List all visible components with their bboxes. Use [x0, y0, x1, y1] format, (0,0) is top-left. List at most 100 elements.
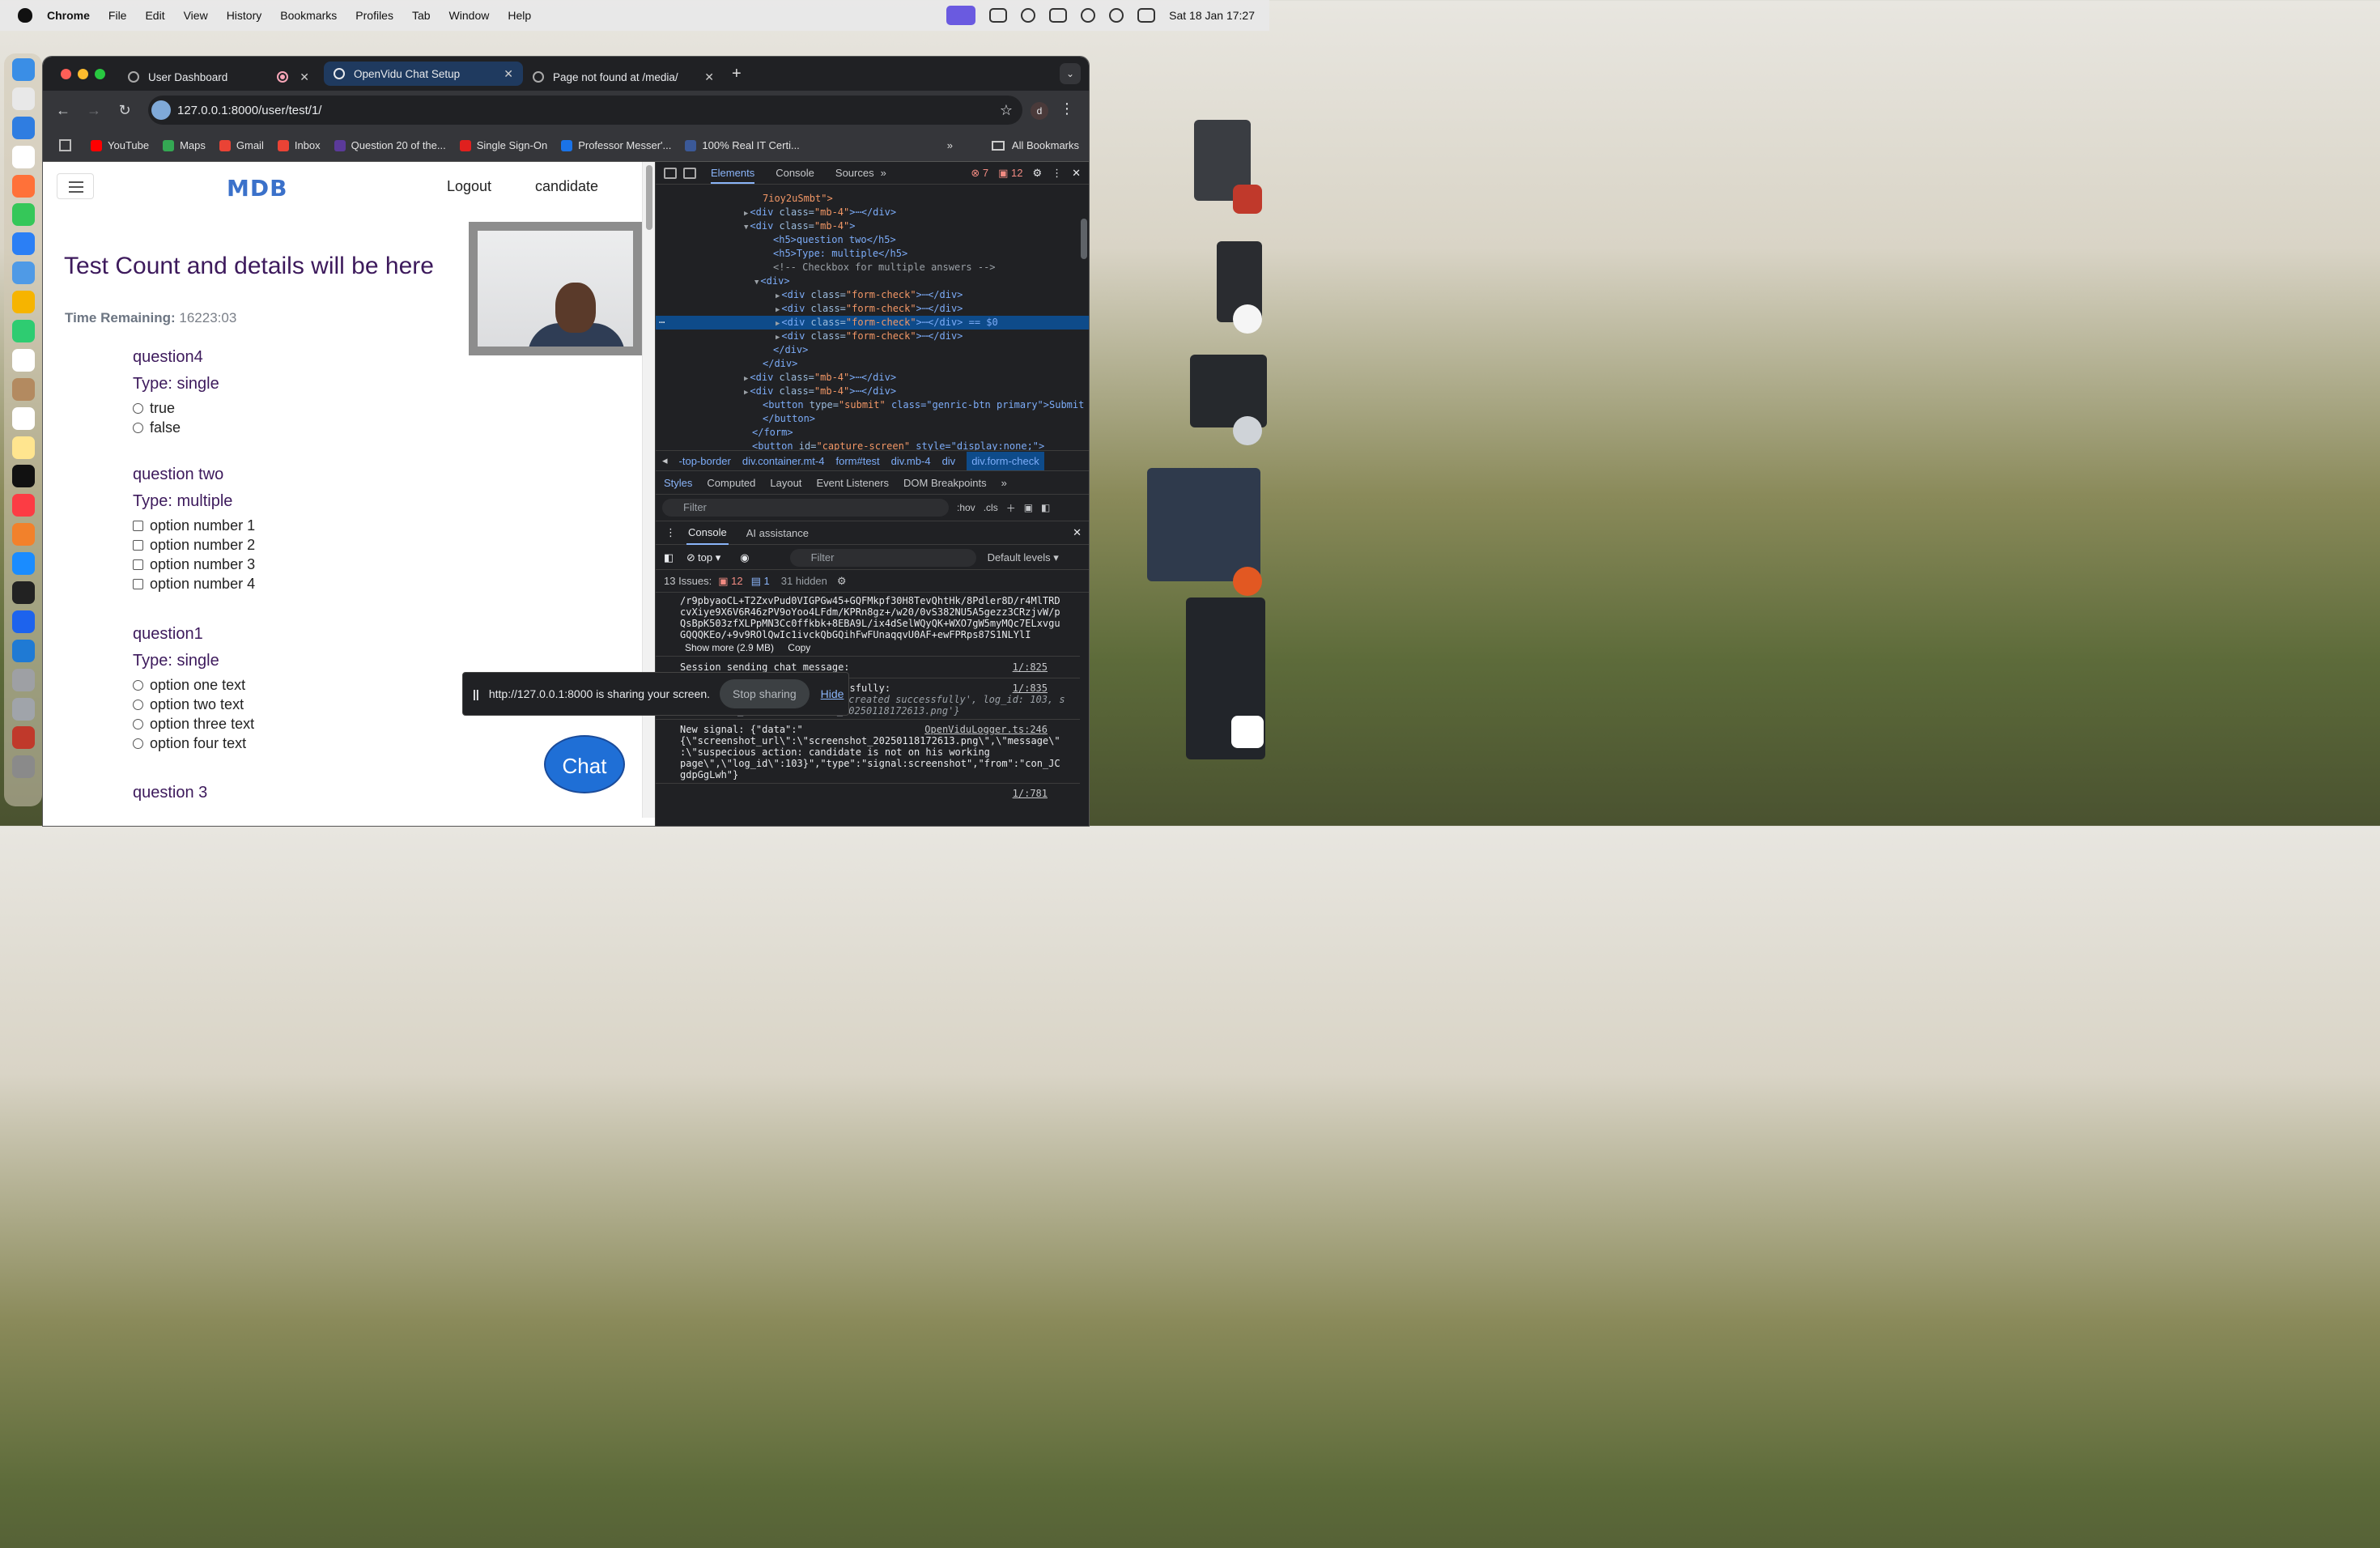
bookmark-item[interactable]: Question 20 of the...	[334, 139, 446, 151]
screen-share-icon[interactable]	[946, 6, 976, 25]
close-icon[interactable]: ✕	[504, 67, 513, 81]
bookmark-item[interactable]: Gmail	[219, 139, 264, 151]
back-button[interactable]: ←	[48, 102, 79, 119]
menu-bookmarks[interactable]: Bookmarks	[280, 9, 337, 22]
menu-history[interactable]: History	[227, 9, 262, 22]
expand-arrow-icon[interactable]: ▶	[744, 210, 748, 218]
menu-help[interactable]: Help	[508, 9, 531, 22]
reload-button[interactable]: ↻	[109, 102, 140, 119]
terminal-icon[interactable]	[11, 581, 35, 605]
tab-search-button[interactable]: ⌄	[1060, 63, 1081, 84]
dom-node[interactable]: <h5>Type: multiple</h5>	[656, 247, 1089, 261]
apps-grid-icon[interactable]	[59, 139, 71, 151]
styles-subtab[interactable]: Event Listeners	[816, 477, 889, 489]
clock[interactable]: Sat 18 Jan 17:27	[1169, 9, 1255, 22]
more-tabs-icon[interactable]: »	[881, 167, 886, 179]
checkbox[interactable]	[133, 579, 143, 589]
dictionary-icon[interactable]	[11, 726, 35, 750]
chrome-menu-icon[interactable]: ⋮	[1060, 100, 1074, 117]
dom-node[interactable]: ▶ <div class="form-check">⋯</div>	[656, 302, 1089, 316]
contacts-icon[interactable]	[11, 377, 35, 401]
radio-button[interactable]	[133, 700, 143, 710]
mail-icon[interactable]	[11, 232, 35, 256]
log-source-link[interactable]: OpenViduLogger.ts:246	[924, 724, 1048, 735]
breadcrumb-item[interactable]: div.container.mt-4	[742, 455, 825, 467]
close-drawer-icon[interactable]: ✕	[1073, 526, 1082, 539]
dom-node[interactable]: ▶ <div class="form-check">⋯</div>	[656, 330, 1089, 343]
log-levels-select[interactable]: Default levels ▾	[988, 551, 1059, 564]
breadcrumb-item[interactable]: div	[942, 455, 956, 467]
new-rule-icon[interactable]: ＋	[1006, 501, 1016, 515]
expand-arrow-icon[interactable]: ▶	[744, 389, 748, 397]
radio-button[interactable]	[133, 738, 143, 749]
styles-filter-input[interactable]: Filter	[662, 499, 949, 517]
profile-avatar[interactable]: d	[1031, 102, 1048, 120]
wifi-icon[interactable]	[1081, 8, 1096, 23]
dom-node[interactable]: <button id="capture-screen" style="displ…	[656, 440, 1089, 450]
styles-subtab[interactable]: Layout	[770, 477, 801, 489]
logo[interactable]: MDB	[227, 175, 287, 202]
checkbox-option[interactable]: option number 1	[133, 517, 255, 534]
radio-option[interactable]: option three text	[133, 716, 254, 733]
menu-view[interactable]: View	[184, 9, 208, 22]
console-filter-input[interactable]: Filter	[789, 548, 976, 567]
docker-icon[interactable]	[11, 610, 35, 633]
dom-node[interactable]: ▶ <div class="form-check">⋯</div>	[656, 288, 1089, 302]
cls-toggle[interactable]: .cls	[984, 502, 998, 513]
radio-option[interactable]: false	[133, 419, 219, 436]
expand-arrow-icon[interactable]: ▶	[776, 292, 780, 300]
dom-node[interactable]: ▶ <div class="mb-4">⋯</div>	[656, 385, 1089, 398]
dom-node-selected[interactable]: ⋯ ▶ <div class="form-check">⋯</div> == $0	[656, 316, 1089, 330]
system-settings-icon[interactable]	[11, 697, 35, 721]
dom-node[interactable]: </form>	[656, 426, 1089, 440]
apple-icon[interactable]	[18, 8, 32, 23]
bookmark-item[interactable]: YouTube	[91, 139, 149, 151]
menu-tab[interactable]: Tab	[412, 9, 431, 22]
radio-option[interactable]: option one text	[133, 677, 254, 694]
context-select[interactable]: top ▾	[698, 551, 720, 564]
console-settings-icon[interactable]: ⚙	[837, 575, 847, 588]
more-subtabs-icon[interactable]: »	[1001, 477, 1007, 489]
bookmark-star-icon[interactable]: ☆	[1000, 102, 1013, 119]
music-icon[interactable]	[11, 494, 35, 517]
log-source-link[interactable]: 1/:835	[1013, 683, 1048, 694]
photos-icon[interactable]	[11, 291, 35, 314]
stop-sharing-button[interactable]: Stop sharing	[720, 679, 810, 708]
styles-subtab[interactable]: Computed	[707, 477, 755, 489]
radio-button[interactable]	[133, 423, 143, 433]
checkbox-option[interactable]: option number 4	[133, 576, 255, 593]
dom-tree[interactable]: 7ioy2uSmbt"> ▶ <div class="mb-4">⋯</div> ▼ <…	[656, 185, 1089, 450]
drawer-menu-icon[interactable]: ⋮	[665, 526, 676, 539]
radio-option[interactable]: option four text	[133, 735, 254, 752]
dom-node[interactable]: <h5>question two</h5>	[656, 233, 1089, 247]
dom-node[interactable]: ▶ <div class="mb-4">⋯</div>	[656, 206, 1089, 219]
user-link[interactable]: candidate	[535, 178, 598, 195]
tab-elements[interactable]: Elements	[711, 167, 755, 184]
radio-button[interactable]	[133, 719, 143, 729]
drawer-tab-ai[interactable]: AI assistance	[746, 527, 809, 539]
url-text[interactable]: 127.0.0.1:8000/user/test/1/	[177, 104, 321, 117]
eye-icon[interactable]: ◉	[740, 551, 749, 564]
menu-app-name[interactable]: Chrome	[47, 9, 90, 22]
apple-tv-icon[interactable]	[11, 465, 35, 488]
bookmark-item[interactable]: Inbox	[277, 139, 321, 151]
control-center-icon[interactable]	[1137, 8, 1156, 23]
tab-console[interactable]: Console	[776, 167, 814, 179]
firefox-icon[interactable]	[11, 174, 35, 198]
node-actions-icon[interactable]: ⋯	[659, 316, 665, 330]
logout-link[interactable]: Logout	[447, 178, 491, 195]
maps-icon[interactable]	[11, 262, 35, 285]
clear-console-icon[interactable]: ⊘	[686, 551, 695, 564]
vscode-icon[interactable]	[11, 639, 35, 662]
inspect-icon[interactable]	[664, 167, 677, 179]
checkbox-option[interactable]: option number 3	[133, 556, 255, 573]
devtools-menu-icon[interactable]: ⋮	[1052, 167, 1062, 180]
bookmark-item[interactable]: 100% Real IT Certi...	[685, 139, 800, 151]
crumb-scroll-left-icon[interactable]: ◂	[662, 454, 668, 467]
notes-icon[interactable]	[11, 436, 35, 459]
dom-node[interactable]: ▶ <div class="mb-4">⋯</div>	[656, 371, 1089, 385]
dictionary-icon[interactable]	[1233, 185, 1262, 214]
close-icon[interactable]: ✕	[300, 70, 309, 84]
radio-option[interactable]: option two text	[133, 696, 254, 713]
radio-option[interactable]: true	[133, 400, 219, 417]
